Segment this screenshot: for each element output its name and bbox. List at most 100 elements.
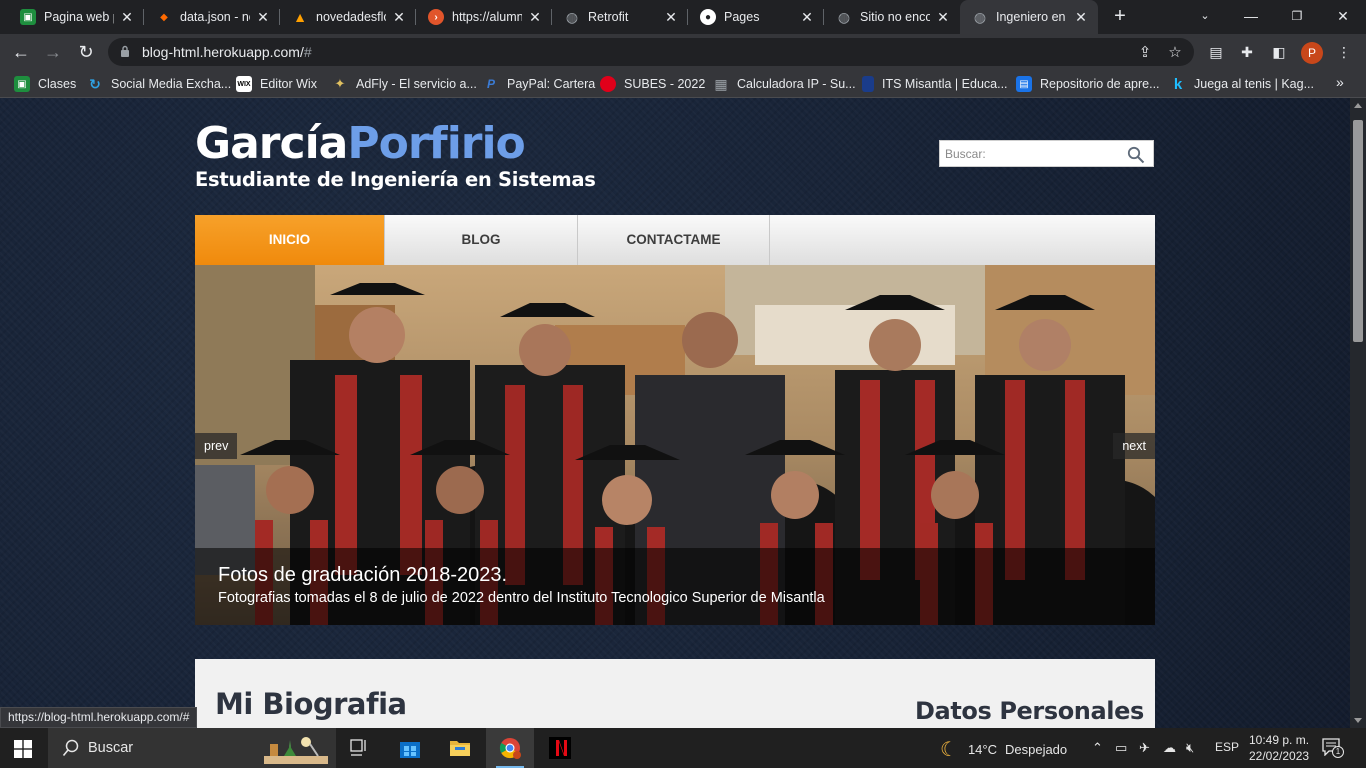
red-dot-icon — [600, 76, 616, 92]
close-icon[interactable]: ✕ — [120, 9, 134, 26]
google-classroom-icon: ▣ — [14, 76, 30, 92]
onedrive-cloud-icon[interactable]: ☁ — [1163, 740, 1176, 756]
bookmark-editor-wix[interactable]: WIX Editor Wix — [236, 75, 317, 93]
close-icon[interactable]: ✕ — [936, 9, 950, 26]
close-icon[interactable]: ✕ — [256, 9, 270, 26]
store-app-button[interactable] — [386, 728, 434, 768]
more-bookmarks-icon[interactable]: » — [1336, 74, 1344, 90]
bookmark-label: Repositorio de apre... — [1040, 77, 1160, 91]
bookmark-its-misantla[interactable]: ITS Misantla | Educa... — [862, 75, 1008, 93]
tab-novedades[interactable]: ▲ novedadesflo ✕ — [280, 0, 416, 34]
reload-button[interactable]: ↻ — [73, 40, 99, 66]
taskbar-search[interactable]: Buscar — [48, 728, 336, 768]
tab-ingeniero[interactable]: ◍ Ingeniero en ✕ — [960, 0, 1098, 34]
bookmark-label: Calculadora IP - Su... — [737, 77, 856, 91]
windows-taskbar: Buscar ☾ 14°C Despejado ⌃ ▭ ✈ ☁ 🔇︎ ESP 1… — [0, 728, 1366, 768]
caption-subtitle: Fotografias tomadas el 8 de julio de 202… — [218, 590, 825, 606]
bookmark-adfly[interactable]: ✦ AdFly - El servicio a... — [332, 75, 477, 93]
page-scrollbar[interactable] — [1350, 98, 1366, 728]
minimize-button[interactable]: — — [1228, 0, 1274, 34]
tab-title: novedadesflo — [316, 10, 386, 24]
bookmark-calculadora[interactable]: ▦ Calculadora IP - Su... — [713, 75, 856, 93]
tab-alumnos[interactable]: › https://alumn ✕ — [416, 0, 552, 34]
language-indicator[interactable]: ESP — [1215, 740, 1239, 754]
slider-prev-button[interactable]: prev — [195, 433, 238, 459]
close-icon[interactable]: ✕ — [664, 9, 678, 26]
close-icon[interactable]: ✕ — [392, 9, 406, 26]
scroll-thumb[interactable] — [1353, 120, 1363, 342]
nav-inicio[interactable]: INICIO — [195, 215, 385, 265]
bookmark-label: Juega al tenis | Kag... — [1194, 77, 1314, 91]
task-view-button[interactable] — [336, 728, 384, 768]
bookmark-subes[interactable]: SUBES - 2022 — [600, 75, 705, 93]
bookmark-kaggle[interactable]: k Juega al tenis | Kag... — [1170, 75, 1314, 93]
scroll-down-icon[interactable] — [1354, 718, 1362, 723]
taskbar-search-label: Buscar — [88, 740, 134, 756]
clock-time: 10:49 p. m. — [1249, 733, 1310, 747]
menu-kebab-icon[interactable]: ⋮ — [1334, 42, 1354, 62]
new-tab-button[interactable]: + — [1109, 6, 1131, 28]
side-panel-icon[interactable]: ◧ — [1269, 42, 1289, 62]
adfly-icon: ✦ — [334, 76, 346, 91]
chrome-taskbar-button[interactable] — [486, 728, 534, 768]
site-search — [939, 140, 1154, 167]
forward-button[interactable]: → — [40, 40, 66, 66]
tab-sitio-no-encontrado[interactable]: ◍ Sitio no encon ✕ — [824, 0, 960, 34]
url-path: # — [303, 44, 312, 60]
restore-button[interactable]: ❐ — [1274, 0, 1320, 34]
scroll-up-icon[interactable] — [1354, 103, 1362, 108]
tab-retrofit[interactable]: ◍ Retrofit ✕ — [552, 0, 688, 34]
tab-strip: ▣ Pagina web p ✕ ◆ data.json - no ✕ ▲ no… — [0, 0, 1366, 34]
share-icon[interactable]: ⇪ — [1136, 44, 1154, 62]
bookmark-social-media[interactable]: ↻ Social Media Excha... — [87, 75, 231, 93]
folder-icon — [450, 741, 470, 756]
loop-icon: ↻ — [89, 75, 101, 92]
extensions-icon[interactable]: ✚ — [1237, 42, 1257, 62]
tab-data-json[interactable]: ◆ data.json - no ✕ — [144, 0, 280, 34]
weather-widget[interactable]: ☾ 14°C Despejado — [940, 737, 1067, 762]
notification-center-button[interactable]: 1 — [1322, 738, 1344, 758]
slider-next-button[interactable]: next — [1113, 433, 1155, 459]
repository-icon: ▤ — [1016, 76, 1032, 92]
volume-muted-icon[interactable]: 🔇︎ — [1186, 740, 1194, 756]
kaggle-icon: k — [1173, 75, 1183, 93]
windows-start-icon[interactable] — [14, 740, 32, 758]
battery-icon[interactable]: ▭ — [1115, 740, 1127, 756]
back-button[interactable]: ← — [8, 40, 34, 66]
tab-search-button[interactable]: ⌄ — [1182, 0, 1228, 34]
site-logo[interactable]: GarcíaPorfirio — [195, 116, 526, 172]
bookmark-paypal[interactable]: P PayPal: Cartera — [483, 75, 595, 93]
search-input[interactable] — [940, 141, 1120, 166]
netflix-icon — [549, 737, 571, 759]
tab-pages[interactable]: ● Pages ✕ — [688, 0, 824, 34]
bookmark-label: ITS Misantla | Educa... — [882, 77, 1008, 91]
bookmark-repositorio[interactable]: ▤ Repositorio de apre... — [1016, 75, 1160, 93]
notification-count: 1 — [1332, 746, 1344, 758]
network-icon[interactable]: ✈ — [1139, 740, 1150, 756]
tab-title: Pagina web p — [44, 10, 114, 24]
bookmarks-bar: ▣ Clases ↻ Social Media Excha... WIX Edi… — [0, 70, 1366, 98]
bookmark-star-icon[interactable]: ☆ — [1166, 44, 1184, 62]
close-icon[interactable]: ✕ — [800, 9, 814, 26]
reading-list-icon[interactable]: ▤ — [1206, 42, 1226, 62]
chrome-icon — [499, 738, 521, 759]
netflix-taskbar-button[interactable] — [536, 728, 584, 768]
show-hidden-icons-icon[interactable]: ⌃ — [1092, 740, 1103, 756]
calculator-icon: ▦ — [714, 75, 728, 92]
address-bar[interactable]: blog-html.herokuapp.com/# ⇪ ☆ — [108, 38, 1194, 66]
nav-blog[interactable]: BLOG — [385, 215, 578, 265]
tab-pagina-web[interactable]: ▣ Pagina web p ✕ — [8, 0, 144, 34]
system-clock[interactable]: 10:49 p. m. 22/02/2023 — [1249, 732, 1309, 764]
profile-avatar[interactable]: P — [1301, 42, 1323, 64]
search-icon[interactable] — [1127, 146, 1145, 164]
bookmark-clases[interactable]: ▣ Clases — [14, 75, 76, 93]
close-icon[interactable]: ✕ — [1074, 9, 1088, 26]
close-window-button[interactable]: ✕ — [1320, 0, 1366, 34]
bookmark-label: Clases — [38, 77, 77, 91]
nav-contactame[interactable]: CONTACTAME — [578, 215, 770, 265]
its-icon — [862, 76, 874, 92]
bookmark-label: AdFly - El servicio a... — [356, 77, 477, 91]
url-text: blog-html.herokuapp.com/# — [142, 44, 312, 60]
close-icon[interactable]: ✕ — [528, 9, 542, 26]
file-explorer-button[interactable] — [436, 728, 484, 768]
